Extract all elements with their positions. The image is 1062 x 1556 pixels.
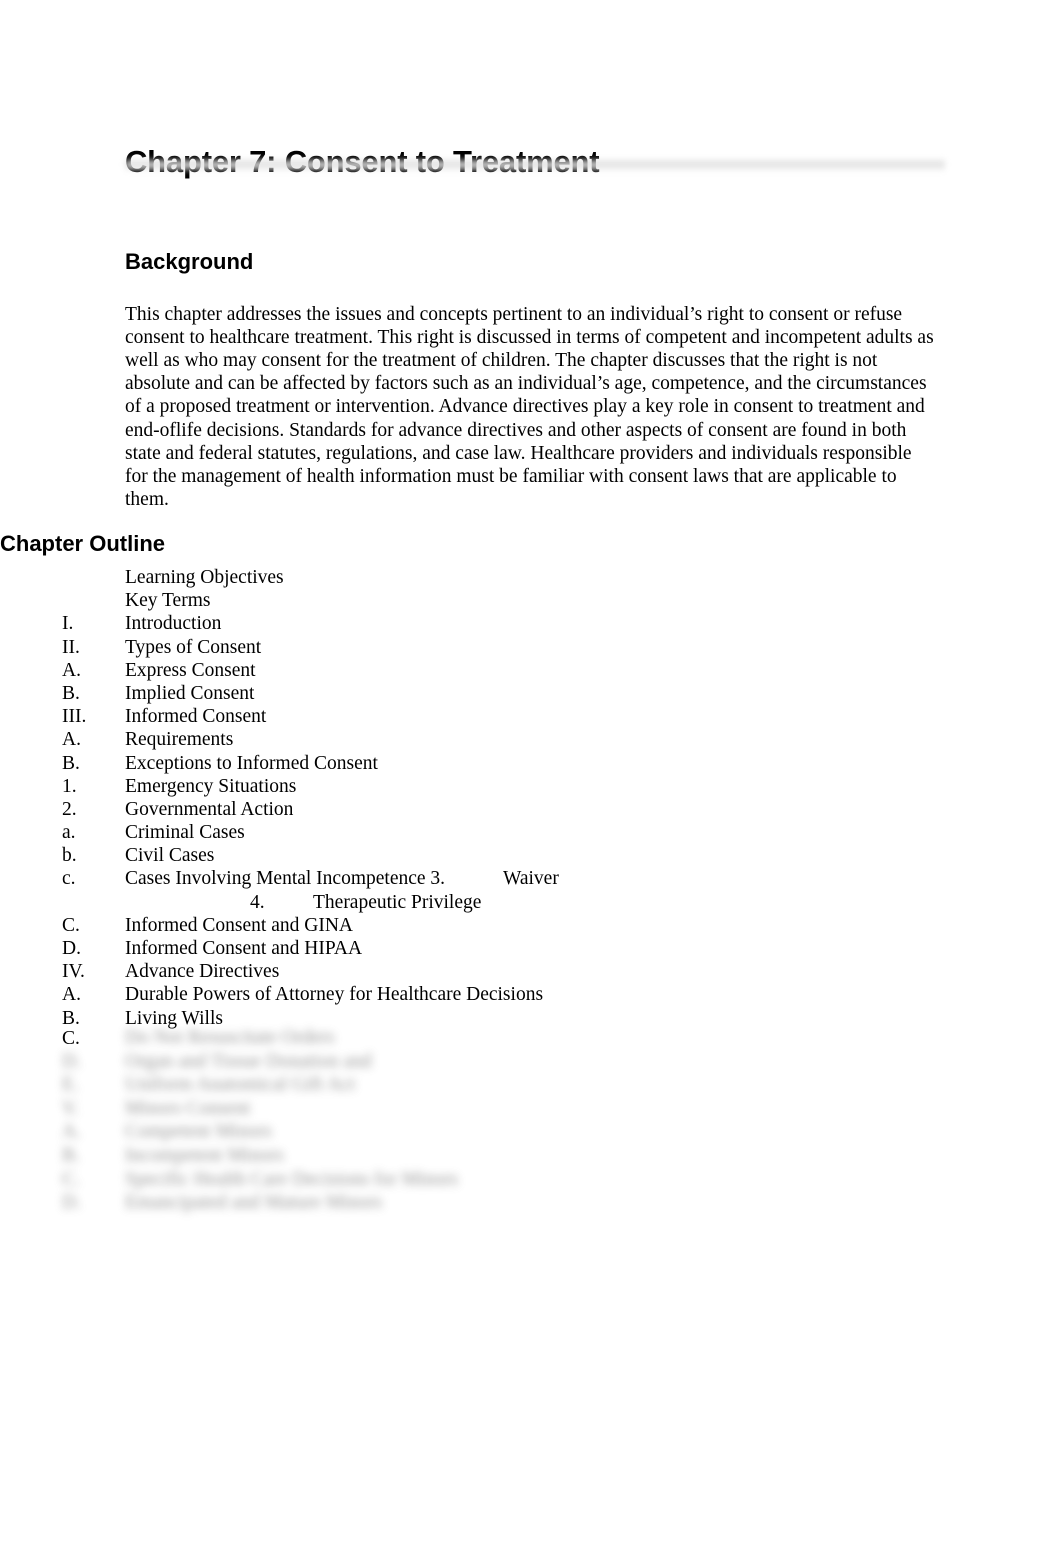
- outline-marker: B.: [62, 752, 80, 774]
- outline-label: Express Consent: [125, 659, 256, 681]
- outline-label: Types of Consent: [125, 636, 262, 658]
- outline-label: Specific Health Care Decisions for Minor…: [125, 1168, 459, 1190]
- outline-row: II. Types of Consent: [0, 636, 1062, 659]
- outline-marker: V.: [62, 1097, 79, 1119]
- outline-label: Advance Directives: [125, 961, 280, 983]
- outline-row: C. Specific Health Care Decisions for Min…: [0, 1168, 1062, 1192]
- outline-label: Introduction: [125, 613, 222, 635]
- outline-label: Durable Powers of Attorney for Healthcar…: [125, 984, 544, 1006]
- outline-marker: A.: [62, 984, 81, 1006]
- chapter-outline-heading: Chapter Outline: [0, 531, 166, 557]
- outline-row: 4. Therapeutic Privilege: [0, 891, 1062, 914]
- outline-label: Uniform Anatomical Gift Act: [125, 1074, 356, 1096]
- outline-label-extra: Waiver: [503, 868, 559, 890]
- outline-row: A. Express Consent: [0, 659, 1062, 682]
- outline-row: B. Living Wills: [0, 1007, 1062, 1030]
- document-page: Chapter 7: Consent to Treatment Backgrou…: [0, 0, 1062, 1556]
- outline-row: B. Exceptions to Informed Consent: [0, 752, 1062, 775]
- outline-label: Minors Consent: [125, 1097, 251, 1119]
- outline-marker: a.: [62, 822, 76, 844]
- title-divider: [125, 158, 945, 172]
- outline-row: c. Cases Involving Mental Incompetence 3.…: [0, 867, 1062, 890]
- outline-marker: D.: [62, 1050, 81, 1072]
- outline-row: a. Criminal Cases: [0, 821, 1062, 844]
- outline-label: Living Wills: [125, 1007, 223, 1029]
- outline-label: Key Terms: [125, 590, 211, 612]
- outline-row: I. Introduction: [0, 612, 1062, 635]
- outline-row: E. Uniform Anatomical Gift Act: [0, 1073, 1062, 1097]
- outline-marker-redacted-start: C.: [62, 1028, 80, 1049]
- outline-row: D. Informed Consent and HIPAA: [0, 937, 1062, 960]
- outline-row: A. Competent Minors: [0, 1120, 1062, 1144]
- outline-row: A. Requirements: [0, 728, 1062, 751]
- outline-row: V. Minors Consent: [0, 1097, 1062, 1121]
- outline-row: IV. Advance Directives: [0, 960, 1062, 983]
- outline-marker: II.: [62, 636, 80, 658]
- outline-row: Learning Objectives: [0, 566, 1062, 589]
- outline-marker: D.: [62, 1192, 81, 1214]
- outline-marker: A.: [62, 1121, 81, 1143]
- outline-marker: D.: [62, 938, 81, 959]
- outline-label: Learning Objectives: [125, 567, 284, 588]
- outline-marker: C.: [62, 914, 80, 936]
- outline-row: III. Informed Consent: [0, 705, 1062, 728]
- outline-row: B. Incompetent Minors: [0, 1144, 1062, 1168]
- outline-row: B. Implied Consent: [0, 682, 1062, 705]
- outline-row: 1. Emergency Situations: [0, 775, 1062, 798]
- outline-marker: I.: [62, 613, 74, 635]
- outline-label: Governmental Action: [125, 798, 294, 820]
- background-paragraph: This chapter addresses the issues and co…: [125, 303, 934, 511]
- redacted-outline-block: Do Not Resuscitate Orders D. Organ and Tis…: [0, 1026, 1062, 1241]
- redacted-outline-rows: Do Not Resuscitate Orders D. Organ and Tis…: [0, 1026, 1062, 1241]
- background-heading: Background: [125, 249, 254, 275]
- outline-label: Cases Involving Mental Incompetence 3.: [125, 868, 446, 890]
- outline-marker: C.: [62, 1168, 80, 1190]
- outline-row: A. Durable Powers of Attorney for Healthc…: [0, 983, 1062, 1006]
- outline-label: Informed Consent and HIPAA: [125, 938, 363, 959]
- chapter-outline-list: Learning Objectives Key Terms I. Introducti…: [0, 566, 1062, 1030]
- outline-row: D. Organ and Tissue Donation and: [0, 1050, 1062, 1074]
- outline-label: Emergency Situations: [125, 775, 297, 797]
- outline-label: Civil Cases: [125, 845, 215, 867]
- outline-marker: 1.: [62, 775, 77, 797]
- outline-label: Informed Consent: [125, 706, 267, 728]
- outline-label: Therapeutic Privilege: [313, 891, 482, 913]
- outline-marker: III.: [62, 706, 87, 728]
- outline-row: D. Emancipated and Mature Minors: [0, 1191, 1062, 1215]
- outline-marker: 2.: [62, 798, 77, 820]
- outline-marker: E.: [62, 1074, 79, 1096]
- outline-row: b. Civil Cases: [0, 844, 1062, 867]
- outline-marker: c.: [62, 868, 76, 890]
- outline-marker: IV.: [62, 961, 85, 983]
- outline-label: Competent Minors: [125, 1121, 272, 1143]
- outline-label: Criminal Cases: [125, 822, 245, 844]
- outline-marker: B.: [62, 682, 80, 704]
- outline-row: Key Terms: [0, 589, 1062, 612]
- outline-marker: A.: [62, 729, 81, 751]
- outline-marker: A.: [62, 659, 81, 681]
- outline-label: Informed Consent and GINA: [125, 914, 353, 936]
- outline-row: C. Informed Consent and GINA: [0, 914, 1062, 937]
- outline-marker: B.: [62, 1144, 80, 1166]
- outline-marker: b.: [62, 845, 77, 867]
- outline-label: Implied Consent: [125, 682, 255, 704]
- outline-marker: 4.: [250, 891, 265, 913]
- outline-label: Requirements: [125, 729, 234, 751]
- outline-label: Exceptions to Informed Consent: [125, 752, 378, 774]
- outline-label: Organ and Tissue Donation and: [125, 1050, 372, 1072]
- outline-row: 2. Governmental Action: [0, 798, 1062, 821]
- outline-label: Incompetent Minors: [125, 1144, 284, 1166]
- outline-label: Emancipated and Mature Minors: [125, 1192, 383, 1214]
